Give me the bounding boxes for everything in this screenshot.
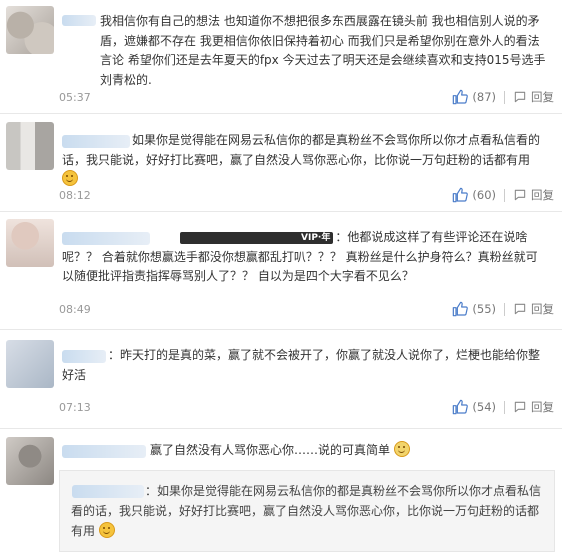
reply-button[interactable]: 回复	[531, 89, 554, 105]
quoted-comment: ：如果你是觉得能在网易云私信你的都是真粉丝不会骂你所以你才点看私信看的话，我只能…	[59, 470, 555, 552]
comment-time: 08:49	[59, 303, 91, 316]
comment-time: 07:13	[59, 401, 91, 414]
action-divider	[504, 400, 505, 414]
comment-item: 我相信你有自己的想法 也知道你不想把很多东西展露在镜头前 我也相信别人说的矛盾，…	[0, 0, 562, 114]
smile-emoji-icon	[98, 522, 115, 538]
user-avatar[interactable]	[6, 122, 54, 170]
like-count: (87)	[472, 90, 496, 104]
comment-text: 如果你是觉得能在网易云私信你的都是真粉丝不会骂你所以你才点看私信看的话，我只能说…	[62, 131, 546, 190]
comment-text: 我相信你有自己的想法 也知道你不想把很多东西展露在镜头前 我也相信别人说的矛盾，…	[100, 14, 546, 87]
like-count: (54)	[472, 400, 496, 414]
comment-actions: (54) 回复	[452, 399, 554, 415]
user-avatar[interactable]	[6, 219, 54, 267]
comment-item: ：昨天打的是真的菜，赢了就不会被开了，你赢了就没人说你了，烂梗也能给你整好活 0…	[0, 329, 562, 429]
thumbs-up-icon[interactable]	[452, 301, 469, 317]
comment-item: 如果你是觉得能在网易云私信你的都是真粉丝不会骂你所以你才点看私信看的话，我只能说…	[0, 113, 562, 212]
quoted-comment-text: ：如果你是觉得能在网易云私信你的都是真粉丝不会骂你所以你才点看私信看的话，我只能…	[71, 484, 542, 538]
like-count: (60)	[472, 188, 496, 202]
reply-button[interactable]: 回复	[531, 187, 554, 203]
action-divider	[504, 302, 505, 316]
reply-icon[interactable]	[513, 400, 527, 414]
user-avatar[interactable]	[6, 6, 54, 54]
comment-text: VIP·年 ：他都说成这样了有些评论还在说啥呢？？ 合着就你想赢选手都没你想赢都乱…	[62, 230, 538, 283]
comment-actions: (55) 回复	[452, 301, 554, 317]
vip-badge: VIP·年	[180, 232, 334, 244]
comment-time: 08:12	[59, 189, 91, 202]
reply-button[interactable]: 回复	[531, 301, 554, 317]
like-count: (55)	[472, 302, 496, 316]
reply-icon[interactable]	[513, 90, 527, 104]
thumbs-up-icon[interactable]	[452, 399, 469, 415]
username-blurred[interactable]	[62, 15, 96, 26]
smile-emoji-icon	[62, 170, 78, 186]
comment-text: 赢了自然没有人骂你恶心你……说的可真简单	[62, 441, 546, 461]
action-divider	[504, 90, 505, 104]
action-divider	[504, 188, 505, 202]
reply-icon[interactable]	[513, 188, 527, 202]
comment-actions: (87) 回复	[452, 89, 554, 105]
thumbs-up-icon[interactable]	[452, 187, 469, 203]
reply-icon[interactable]	[513, 302, 527, 316]
user-avatar[interactable]	[6, 340, 54, 388]
comment-text: ：昨天打的是真的菜，赢了就不会被开了，你赢了就没人说你了，烂梗也能给你整好活	[62, 348, 541, 382]
thumbs-up-icon[interactable]	[452, 89, 469, 105]
smile-emoji-icon	[393, 441, 410, 457]
comment-item: VIP·年 ：他都说成这样了有些评论还在说啥呢？？ 合着就你想赢选手都没你想赢都乱…	[0, 211, 562, 330]
comment-actions: (60) 回复	[452, 187, 554, 203]
comment-time: 05:37	[59, 91, 91, 104]
user-avatar[interactable]	[6, 437, 54, 485]
reply-button[interactable]: 回复	[531, 399, 554, 415]
